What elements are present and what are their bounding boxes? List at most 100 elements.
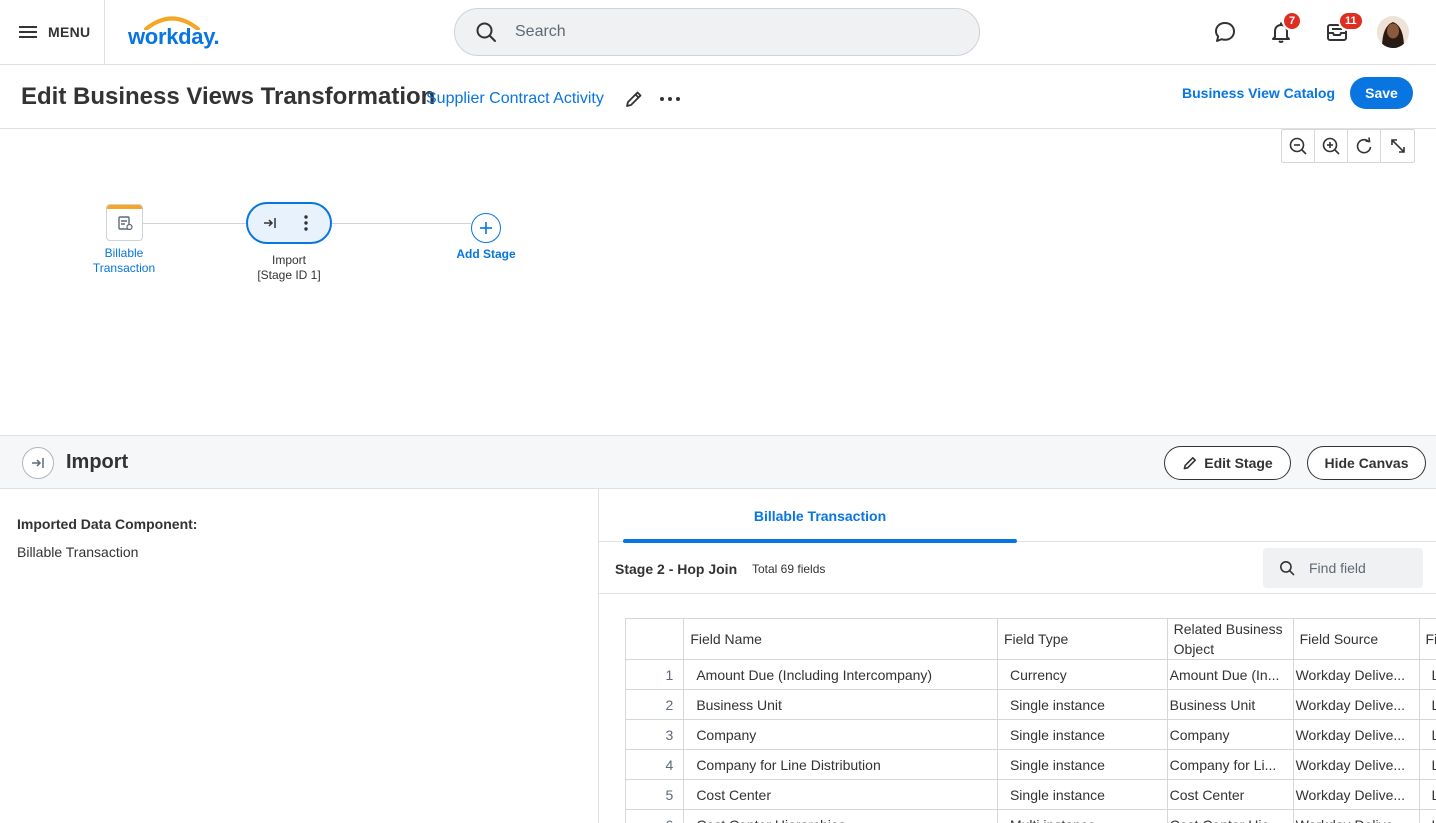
more-vertical-icon[interactable] — [302, 214, 310, 232]
fields-toolbar: Stage 2 - Hop Join Total 69 fields — [599, 542, 1436, 594]
row-number: 5 — [626, 779, 685, 810]
column-header[interactable]: Field Name — [683, 619, 998, 660]
field-source-cell: Workday Delive... — [1293, 809, 1420, 823]
plus-icon — [480, 222, 492, 234]
table-row[interactable]: 5 Cost Center Single instance Cost Cente… — [626, 779, 1436, 810]
field-name-cell: Cost Center Hierarchies — [683, 809, 998, 823]
field-name-cell: Business Unit — [683, 689, 998, 720]
business-view-catalog-link[interactable]: Business View Catalog — [1182, 85, 1335, 101]
stage-title: Import — [66, 451, 129, 473]
column-header[interactable]: Field Source — [1293, 619, 1420, 660]
edit-stage-button[interactable]: Edit Stage — [1164, 446, 1291, 480]
search-icon — [1280, 561, 1295, 576]
connector-line — [332, 223, 471, 224]
search-bar[interactable] — [454, 8, 980, 56]
stage-node-id: [Stage ID 1] — [257, 268, 321, 282]
more-actions-button[interactable] — [658, 89, 682, 114]
zoom-in-button[interactable] — [1315, 130, 1348, 162]
overflow-column-cell: L — [1419, 779, 1436, 810]
notifications-button[interactable]: 7 — [1267, 11, 1303, 46]
logo-text: workday. — [128, 24, 220, 49]
table-row[interactable]: 3 Company Single instance Company Workda… — [626, 719, 1436, 750]
chat-button[interactable] — [1211, 18, 1239, 46]
top-bar: MENU workday. 7 11 — [0, 0, 1436, 65]
row-number-header — [626, 619, 685, 660]
column-header[interactable]: Field Type — [997, 619, 1168, 660]
menu-button[interactable]: MENU — [18, 18, 90, 46]
search-icon — [476, 22, 496, 42]
topbar-divider — [104, 0, 105, 64]
tab-label: Billable Transaction — [753, 507, 887, 524]
hamburger-icon — [19, 26, 37, 38]
notifications-badge: 7 — [1282, 11, 1303, 31]
search-input[interactable] — [515, 23, 955, 41]
field-name-cell: Company for Line Distribution — [683, 749, 998, 780]
column-header[interactable]: Related Business Object — [1167, 619, 1294, 660]
tab-billable-transaction[interactable]: Billable Transaction — [623, 489, 1017, 543]
field-source-cell: Workday Delive... — [1293, 659, 1420, 690]
field-source-cell: Workday Delive... — [1293, 779, 1420, 810]
transformation-canvas[interactable]: Billable Transaction Import [Stage ID 1]… — [0, 129, 1436, 435]
stage-name: Stage 2 - Hop Join — [615, 561, 738, 577]
overflow-column-cell: L — [1419, 719, 1436, 750]
pencil-icon — [626, 91, 642, 107]
column-header[interactable]: Fi — [1419, 619, 1436, 660]
hide-canvas-button[interactable]: Hide Canvas — [1307, 446, 1426, 480]
field-type-cell: Multi instance — [997, 809, 1168, 823]
source-node[interactable] — [106, 204, 143, 241]
zoom-out-icon — [1289, 137, 1307, 155]
overflow-column-cell: L — [1419, 809, 1436, 823]
reset-zoom-button[interactable] — [1348, 130, 1381, 162]
field-type-cell: Single instance — [997, 749, 1168, 780]
table-row[interactable]: 6 Cost Center Hierarchies Multi instance… — [626, 809, 1436, 823]
table-row[interactable]: 1 Amount Due (Including Intercompany) Cu… — [626, 659, 1436, 690]
stage-node-name: Import — [271, 253, 306, 267]
field-source-cell: Workday Delive... — [1293, 749, 1420, 780]
user-avatar[interactable] — [1377, 16, 1409, 48]
stage-node-label: Import [Stage ID 1] — [239, 253, 339, 283]
workday-logo[interactable]: workday. — [128, 14, 220, 50]
row-number: 1 — [626, 659, 685, 690]
zoom-toolbar — [1281, 129, 1415, 163]
table-header-row: Field Name Field Type Related Business O… — [626, 619, 1436, 660]
table-row[interactable]: 4 Company for Line Distribution Single i… — [626, 749, 1436, 780]
field-type-cell: Single instance — [997, 779, 1168, 810]
save-button[interactable]: Save — [1350, 77, 1413, 109]
stage-details-panel: Imported Data Component: Billable Transa… — [0, 489, 599, 823]
page-header: Edit Business Views Transformation Suppl… — [0, 65, 1436, 129]
add-stage-button[interactable] — [471, 213, 501, 243]
menu-label: MENU — [48, 24, 91, 40]
imported-data-component-label: Imported Data Component: — [17, 516, 198, 532]
related-business-object-cell: Amount Due (In... — [1167, 659, 1294, 690]
row-number: 3 — [626, 719, 685, 750]
inbox-button[interactable]: 11 — [1323, 11, 1364, 46]
related-business-object-cell: Business Unit — [1167, 689, 1294, 720]
refresh-icon — [1356, 137, 1372, 154]
related-business-object-cell: Company — [1167, 719, 1294, 750]
field-type-cell: Single instance — [997, 719, 1168, 750]
chat-bubble-icon — [1215, 22, 1235, 42]
table-row[interactable]: 2 Business Unit Single instance Business… — [626, 689, 1436, 720]
imported-data-component-value: Billable Transaction — [17, 544, 139, 560]
field-type-cell: Currency — [997, 659, 1168, 690]
expand-canvas-button[interactable] — [1381, 130, 1414, 162]
user-photo-icon — [1377, 16, 1409, 48]
add-stage-label[interactable]: Add Stage — [446, 247, 526, 262]
data-source-icon — [117, 215, 133, 230]
source-node-label[interactable]: Billable Transaction — [84, 246, 164, 276]
find-field-input[interactable] — [1309, 560, 1419, 576]
field-type-cell: Single instance — [997, 689, 1168, 720]
more-horizontal-icon — [660, 97, 680, 101]
field-source-cell: Workday Delive... — [1293, 719, 1420, 750]
import-icon — [264, 218, 276, 228]
stage-type-badge — [22, 447, 54, 479]
business-view-link[interactable]: Supplier Contract Activity — [426, 90, 604, 108]
edit-name-button[interactable] — [624, 89, 644, 114]
pencil-icon — [1183, 457, 1197, 470]
find-field-box[interactable] — [1263, 548, 1423, 588]
field-name-cell: Company — [683, 719, 998, 750]
zoom-out-button[interactable] — [1282, 130, 1315, 162]
page-title: Edit Business Views Transformation — [21, 83, 436, 110]
connector-line — [143, 223, 246, 224]
import-stage-node[interactable] — [246, 202, 332, 244]
